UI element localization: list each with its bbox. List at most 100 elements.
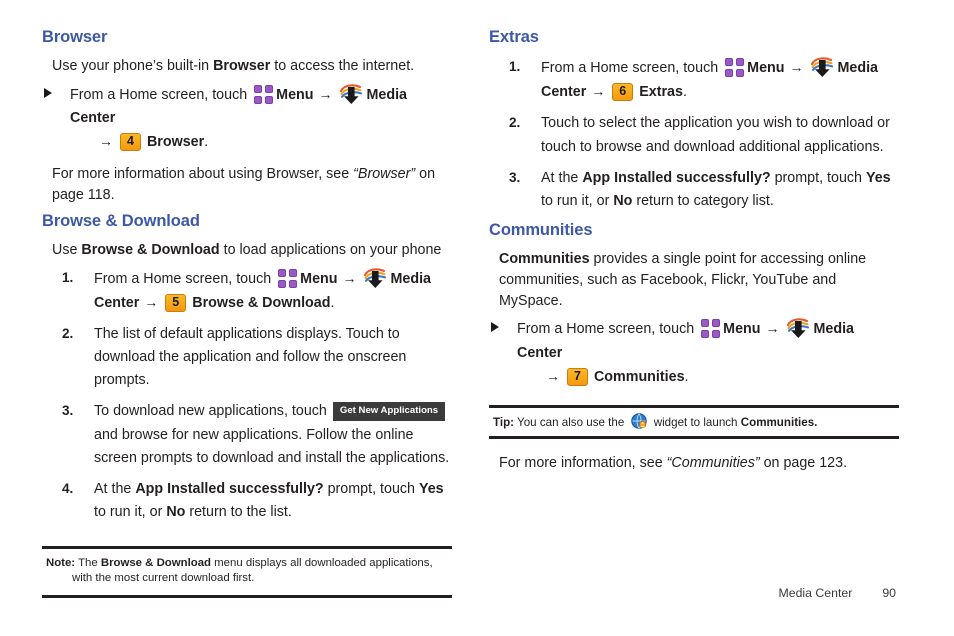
extras-target-label: Extras — [639, 84, 683, 101]
communities-step-bullet: From a Home screen, touch Menu → Media C… — [489, 317, 899, 388]
menu-badge-4: 4 — [119, 133, 141, 152]
bd-step-3-text-1: To download new applications, touch — [94, 403, 331, 420]
extras-step-2-text: Touch to select the application you wish… — [541, 115, 890, 155]
bd-step-1: 1. From a Home screen, touch Menu → Media… — [42, 267, 452, 315]
bd-step-2-text: The list of default applications display… — [94, 325, 407, 389]
communities-more-info-1: For more information, see — [499, 455, 667, 472]
menu-grid-icon — [701, 319, 721, 339]
extras-steps: 1. From a Home screen, touch Menu → Media… — [489, 56, 899, 213]
menu-badge-6: 6 — [612, 83, 634, 102]
browser-intro-bold: Browser — [213, 58, 271, 75]
section-heading-browse-download: Browse & Download — [42, 211, 200, 230]
bd-step-4-text-3: to run it, or — [94, 504, 167, 521]
extras-step-1-number: 1. — [509, 59, 521, 75]
right-column: Extras 1. From a Home screen, touch Menu … — [489, 28, 899, 488]
communities-more-info-ref: “Communities” — [666, 455, 760, 472]
section-heading-extras: Extras — [489, 28, 539, 46]
browser-step-period: . — [204, 134, 209, 151]
note-callout-line-2: with the most current download first. — [72, 572, 255, 585]
bd-step-1-number: 1. — [62, 269, 74, 285]
media-center-label-a: Media — [390, 270, 431, 287]
extras-step-1-continuation: Center → 6 Extras. — [541, 80, 899, 104]
extras-step-1-period: . — [682, 84, 687, 101]
bd-intro-text-2: to load applications on your phone — [219, 241, 442, 258]
extras-step-3: 3. At the App Installed successfully? pro… — [489, 167, 899, 213]
communities-step-text: From a Home screen, touch — [517, 321, 699, 338]
tip-text-2: widget to launch — [650, 415, 741, 429]
media-center-icon — [787, 318, 810, 339]
note-text-2: menu displays all downloaded application… — [211, 557, 433, 570]
browser-step-bullet: From a Home screen, touch Menu → Media C… — [42, 83, 452, 154]
bd-step-4-bold-3: No — [166, 504, 186, 521]
arrow-glyph-2: → — [546, 367, 560, 384]
triangle-bullet-icon — [44, 87, 52, 98]
bd-step-4-text-2: prompt, touch — [323, 480, 419, 497]
browse-download-steps: 1. From a Home screen, touch Menu → Media… — [42, 267, 452, 525]
extras-step-3-text-2: prompt, touch — [770, 169, 866, 186]
bd-intro-bold: Browse & Download — [81, 241, 220, 258]
bd-step-3-number: 3. — [62, 403, 74, 419]
bd-step-2: 2. The list of default applications displ… — [42, 323, 452, 392]
get-new-applications-button[interactable]: Get New Applications — [332, 402, 446, 421]
browser-intro-text-1: Use your phone’s built-in — [52, 58, 214, 75]
communities-target-label: Communities — [593, 368, 685, 385]
menu-badge-5: 5 — [165, 293, 187, 312]
communities-intro-bold: Communities — [499, 251, 590, 268]
bd-step-2-number: 2. — [62, 325, 74, 341]
extras-step-2-number: 2. — [509, 115, 521, 131]
browser-more-info-1: For more information about using Browser… — [52, 166, 354, 183]
menu-label: Menu — [723, 321, 761, 338]
bd-step-3-text-2: and browse for new applications. Follow … — [94, 426, 450, 466]
bd-step-4-text-1: At the — [94, 480, 136, 497]
browser-intro-text-2: to access the internet. — [270, 58, 415, 75]
arrow-glyph-2: → — [99, 133, 113, 150]
extras-step-1: 1. From a Home screen, touch Menu → Media… — [489, 56, 899, 104]
browser-target-label: Browser — [146, 134, 205, 151]
menu-grid-icon — [254, 84, 274, 104]
bd-step-4-number: 4. — [62, 480, 74, 496]
bd-step-3: 3. To download new applications, touch Ge… — [42, 400, 452, 469]
bd-step-1-continuation: Center → 5 Browse & Download. — [94, 291, 452, 315]
tip-label: Tip: — [493, 415, 515, 429]
bd-step-1-text: From a Home screen, touch — [94, 270, 276, 287]
media-center-icon — [811, 57, 834, 78]
menu-grid-icon — [725, 58, 745, 78]
media-center-label-a: Media — [837, 60, 878, 77]
browser-intro-paragraph: Use your phone’s built-in Browser to acc… — [42, 56, 452, 77]
media-center-label-b: Center — [94, 294, 140, 311]
page-footer: Media Center 90 — [778, 586, 896, 600]
extras-step-3-text-3: to run it, or — [541, 192, 614, 209]
communities-more-info-paragraph: For more information, see “Communities” … — [489, 453, 899, 474]
extras-step-1-text: From a Home screen, touch — [541, 60, 723, 77]
tip-callout: Tip: You can also use the widget to laun… — [489, 404, 899, 440]
extras-step-3-bold-3: No — [613, 192, 633, 209]
extras-step-3-text-4: return to category list. — [632, 192, 774, 209]
browser-step-text: From a Home screen, touch — [70, 86, 252, 103]
extras-step-3-number: 3. — [509, 169, 521, 185]
tip-bold-1: Communities. — [740, 415, 818, 429]
left-column: Browser Use your phone’s built-in Browse… — [42, 28, 452, 598]
bd-step-4-bold-1: App Installed successfully? — [135, 480, 324, 497]
bd-step-4: 4. At the App Installed successfully? pro… — [42, 478, 452, 524]
bd-step-4-bold-2: Yes — [418, 480, 444, 497]
section-heading-communities: Communities — [489, 221, 593, 240]
menu-label: Menu — [300, 270, 338, 287]
note-callout: Note: The Browse & Download menu display… — [42, 546, 452, 598]
arrow-glyph: → — [789, 59, 804, 76]
note-label: Note: — [46, 557, 76, 570]
bd-target-label: Browse & Download — [192, 294, 331, 311]
note-text-1: The — [75, 557, 101, 570]
menu-badge-7: 7 — [566, 367, 588, 386]
arrow-glyph: → — [318, 85, 333, 102]
communities-intro-paragraph: Communities provides a single point for … — [489, 249, 899, 311]
browser-more-info-ref: “Browser” — [353, 166, 416, 183]
extras-step-3-bold-2: Yes — [865, 169, 891, 186]
bd-step-1-period: . — [330, 294, 335, 311]
communities-step-period: . — [684, 368, 689, 385]
arrow-glyph-2: → — [144, 293, 159, 310]
extras-step-2: 2. Touch to select the application you wi… — [489, 112, 899, 158]
browse-download-intro-paragraph: Use Browse & Download to load applicatio… — [42, 240, 452, 261]
browser-step-continuation: → 4 Browser. — [70, 130, 452, 154]
media-center-icon — [340, 84, 363, 105]
arrow-glyph: → — [342, 269, 357, 286]
